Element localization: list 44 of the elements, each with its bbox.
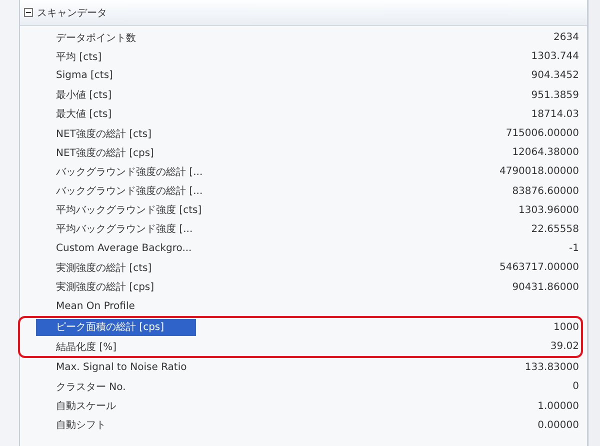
property-label[interactable]: Sigma [cts] (36, 67, 196, 84)
property-value: 83876.60000 (511, 186, 580, 197)
property-label[interactable]: 自動シフト (36, 416, 196, 434)
property-value: 133.83000 (524, 362, 580, 374)
property-value: 5463717.00000 (498, 262, 580, 274)
property-value: 90431.86000 (511, 282, 580, 293)
property-label[interactable]: 最大値 [cts] (36, 106, 196, 123)
property-value: 0.00000 (536, 420, 580, 431)
property-label[interactable]: Mean On Profile (36, 298, 196, 315)
property-value: 951.3859 (530, 90, 580, 101)
property-value: 0 (572, 381, 580, 392)
property-label[interactable]: バックグラウンド強度の総計 [... (36, 182, 203, 200)
property-label[interactable]: 実測強度の総計 [cps] (36, 278, 196, 296)
property-value: 39.02 (549, 341, 580, 352)
property-value: 904.3452 (530, 70, 580, 82)
collapse-icon[interactable] (24, 8, 33, 17)
property-label[interactable]: 実測強度の総計 [cts] (36, 259, 196, 276)
property-label[interactable]: 平均バックグラウンド強度 [cts] (36, 202, 202, 219)
property-value: 715006.00000 (504, 128, 580, 140)
property-value: 2634 (552, 32, 580, 44)
property-value: 12064.38000 (511, 147, 580, 158)
property-label[interactable]: クラスター No. (36, 378, 196, 396)
group-title: スキャンデータ (37, 6, 107, 20)
property-label[interactable]: Custom Average Backgro... (36, 240, 196, 258)
property-label[interactable]: 自動スケール (36, 398, 196, 415)
property-label[interactable]: バックグラウンド強度の総計 [... (36, 163, 203, 180)
property-label[interactable]: NET強度の総計 [cps] (36, 144, 196, 162)
property-value: 4790018.00000 (498, 166, 580, 178)
property-value: 1303.744 (530, 51, 580, 62)
property-label[interactable]: 平均バックグラウンド強度 [... (36, 220, 196, 238)
property-value: 1303.96000 (518, 204, 580, 216)
property-label[interactable]: Max. Signal to Noise Ratio (36, 359, 196, 376)
property-label[interactable]: データポイント数 (36, 29, 196, 46)
property-label[interactable]: 平均 [cts] (36, 48, 196, 66)
property-value: 1.00000 (536, 400, 580, 412)
property-value: -1 (568, 243, 580, 254)
property-value: 22.65558 (530, 224, 580, 235)
property-label[interactable]: 最小値 [cts] (36, 86, 196, 104)
property-label[interactable]: ピーク面積の総計 [cps] (36, 318, 196, 336)
property-value: 18714.03 (530, 108, 580, 120)
property-label[interactable]: NET強度の総計 [cts] (36, 125, 196, 142)
property-value: 1000 (552, 322, 580, 333)
property-label[interactable]: 結晶化度 [%] (36, 338, 196, 356)
scrollbar[interactable] (588, 0, 600, 446)
